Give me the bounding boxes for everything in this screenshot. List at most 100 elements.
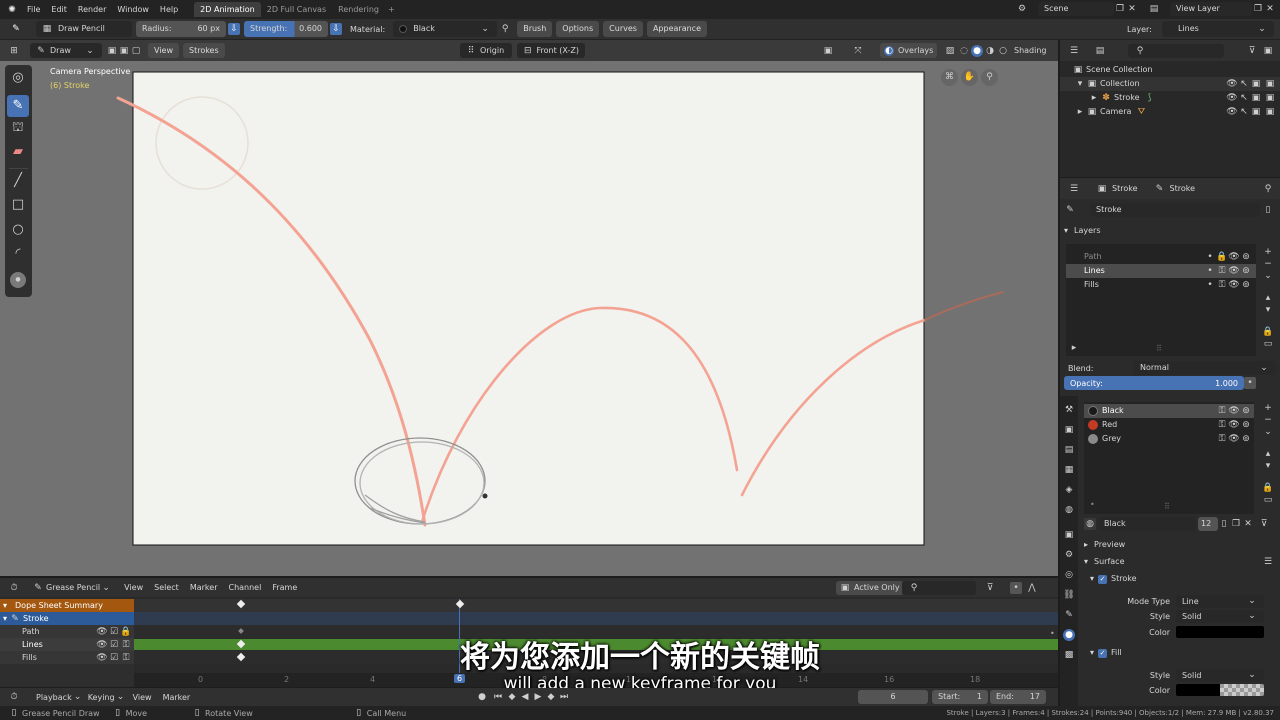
- curves-menu[interactable]: Curves: [603, 21, 643, 37]
- visibility-eye-icon[interactable]: 👁: [1226, 78, 1238, 90]
- camera-toggle-icon[interactable]: ▣: [1264, 106, 1276, 118]
- brush-selector[interactable]: ▦ Draw Pencil: [36, 21, 132, 37]
- menu-render[interactable]: Render: [78, 5, 106, 14]
- layer-selector[interactable]: Lines ⌄: [1162, 21, 1274, 37]
- unlock-icon[interactable]: ⚿: [1216, 419, 1228, 431]
- datablock-field[interactable]: Stroke: [1090, 203, 1260, 217]
- stroke-subpanel-header[interactable]: ▾ ✓ Stroke: [1090, 572, 1276, 586]
- layer-row-path[interactable]: Path • 🔒 👁 ⊚: [1066, 250, 1256, 264]
- dopesheet-menu-marker[interactable]: Marker: [190, 583, 218, 592]
- render-icon[interactable]: ▣: [1250, 106, 1262, 118]
- viewport[interactable]: ⊞ ✎ Draw ⌄ ▣ ▣ ▢ View Strokes ⠿ Origin ⊟…: [0, 40, 1058, 576]
- move-layer-down-icon[interactable]: ▾: [1262, 304, 1274, 316]
- camera-toggle-icon[interactable]: ▣: [1264, 78, 1276, 90]
- surface-panel-header[interactable]: ▾ Surface ☰: [1084, 555, 1276, 569]
- visibility-eye-icon[interactable]: 👁: [1228, 433, 1240, 445]
- add-layer-icon[interactable]: +: [1262, 246, 1274, 258]
- onion-dot-icon[interactable]: •: [1204, 265, 1216, 277]
- visibility-eye-icon[interactable]: 👁: [1228, 265, 1240, 277]
- display-mode-icon[interactable]: ▤: [1094, 45, 1106, 57]
- opacity-keyframe-icon[interactable]: •: [1244, 377, 1256, 389]
- strength-field[interactable]: Strength: 0.600: [244, 21, 328, 37]
- outliner-item-stroke[interactable]: ▸ ✽ Stroke ⟆ 👁 ↖ ▣ ▣: [1060, 91, 1280, 105]
- filter-icon[interactable]: ⊽: [1258, 518, 1270, 530]
- object-tab-icon[interactable]: ▣: [1063, 529, 1075, 541]
- menu-help[interactable]: Help: [160, 5, 178, 14]
- preview-panel-header[interactable]: ▸ Preview: [1084, 538, 1276, 552]
- world-tab-icon[interactable]: ◍: [1063, 504, 1075, 516]
- pin-icon[interactable]: ⚲: [1262, 183, 1274, 195]
- proportional-icon[interactable]: ⋀: [1026, 582, 1038, 594]
- stroke-style-selector[interactable]: Solid ⌄: [1176, 609, 1264, 623]
- onion-skin-icon[interactable]: ⊚: [1240, 419, 1252, 431]
- fake-user-icon[interactable]: ▯: [1218, 518, 1230, 530]
- visibility-eye-icon[interactable]: 👁: [1226, 92, 1238, 104]
- material-pin-icon[interactable]: ⚲: [499, 23, 511, 35]
- timeline-menu-marker[interactable]: Marker: [163, 693, 191, 702]
- dopesheet-menu-select[interactable]: Select: [154, 583, 179, 592]
- start-frame-field[interactable]: Start: 1: [932, 690, 988, 704]
- expand-icon[interactable]: ▸: [1088, 92, 1100, 104]
- menu-window[interactable]: Window: [117, 5, 149, 14]
- selectable-icon[interactable]: ↖: [1238, 78, 1250, 90]
- radius-field[interactable]: Radius: 60 px: [136, 21, 226, 37]
- visibility-eye-icon[interactable]: 👁: [1226, 106, 1238, 118]
- material-slot-grey[interactable]: Grey ⚿ 👁 ⊚: [1084, 432, 1254, 446]
- unlock-icon[interactable]: ⚿: [1216, 265, 1228, 277]
- play-icon[interactable]: ▶: [532, 691, 544, 703]
- snapping-icon[interactable]: •: [1010, 581, 1022, 594]
- render-icon[interactable]: ▣: [1250, 78, 1262, 90]
- visibility-eye-icon[interactable]: 👁: [1228, 279, 1240, 291]
- view-layer-selector[interactable]: View Layer: [1170, 2, 1252, 16]
- material-name-field[interactable]: Black: [1098, 517, 1196, 531]
- remove-material-slot-icon[interactable]: −: [1262, 414, 1274, 426]
- layer-specials-icon[interactable]: ⌄: [1262, 270, 1274, 282]
- object-data-tab-icon[interactable]: ✎: [1063, 609, 1075, 621]
- lock-icon[interactable]: 🔒: [1216, 251, 1228, 263]
- close-icon[interactable]: ✕: [1242, 518, 1254, 530]
- prev-keyframe-icon[interactable]: ◆: [506, 691, 518, 703]
- visibility-eye-icon[interactable]: 👁: [1228, 419, 1240, 431]
- move-material-up-icon[interactable]: ▴: [1262, 448, 1274, 460]
- current-frame-field[interactable]: 6: [858, 690, 928, 704]
- workspace-tab-2d-animation[interactable]: 2D Animation: [194, 2, 261, 17]
- menu-edit[interactable]: Edit: [51, 5, 67, 14]
- outliner-search[interactable]: ⚲: [1128, 43, 1224, 58]
- workspace-tab-rendering[interactable]: Rendering: [338, 5, 379, 14]
- filter-icon[interactable]: ⊽: [1246, 45, 1258, 57]
- remove-layer-icon[interactable]: −: [1262, 258, 1274, 270]
- view-layer-new-icon[interactable]: ❐: [1252, 3, 1264, 15]
- dopesheet-menu-frame[interactable]: Frame: [272, 583, 297, 592]
- end-frame-field[interactable]: End: 17: [990, 690, 1046, 704]
- scene-tab-icon[interactable]: ◈: [1063, 484, 1075, 496]
- onion-dot-icon[interactable]: •: [1204, 279, 1216, 291]
- onion-skin-icon[interactable]: ⊚: [1240, 265, 1252, 277]
- scene-selector[interactable]: Scene: [1038, 2, 1114, 16]
- properties-editor-icon[interactable]: ☰: [1068, 183, 1080, 195]
- scene-close-icon[interactable]: ✕: [1126, 3, 1138, 15]
- scene-icon[interactable]: ⚙: [1016, 3, 1028, 15]
- outliner-editor-icon[interactable]: ☰: [1068, 45, 1080, 57]
- tool-tab-icon[interactable]: ⚒: [1063, 404, 1075, 416]
- visibility-eye-icon[interactable]: 👁: [1228, 251, 1240, 263]
- radius-pressure-icon[interactable]: ⇩: [228, 23, 240, 35]
- fake-user-icon[interactable]: ▯: [1262, 204, 1274, 216]
- outliner-item-camera[interactable]: ▸ ▣ Camera ⛛ 👁 ↖ ▣ ▣: [1060, 105, 1280, 119]
- camera-canvas[interactable]: [0, 40, 1058, 576]
- blend-selector[interactable]: Normal ⌄: [1134, 361, 1276, 375]
- layer-row-fills[interactable]: Fills • ⚿ 👁 ⊚: [1066, 278, 1256, 292]
- layers-expand-icon[interactable]: ▾: [1064, 224, 1068, 238]
- unlock-icon[interactable]: ⚿: [1216, 433, 1228, 445]
- timeline-menu-playback[interactable]: Playback: [36, 693, 72, 702]
- lock-material-icon[interactable]: 🔒: [1262, 482, 1274, 494]
- isolate-material-icon[interactable]: ▭: [1262, 494, 1274, 506]
- unlock-icon[interactable]: ⚿: [1216, 279, 1228, 291]
- add-workspace-button[interactable]: +: [388, 5, 395, 14]
- stroke-enable-checkbox[interactable]: ✓: [1098, 574, 1108, 584]
- move-material-down-icon[interactable]: ▾: [1262, 460, 1274, 472]
- material-slot-red[interactable]: Red ⚿ 👁 ⊚: [1084, 418, 1254, 432]
- active-only-toggle[interactable]: ▣ Active Only: [836, 580, 904, 595]
- mode-type-selector[interactable]: Line ⌄: [1176, 594, 1264, 608]
- visibility-eye-icon[interactable]: 👁: [1228, 405, 1240, 417]
- timeline-editor-icon[interactable]: ⏱: [8, 691, 20, 703]
